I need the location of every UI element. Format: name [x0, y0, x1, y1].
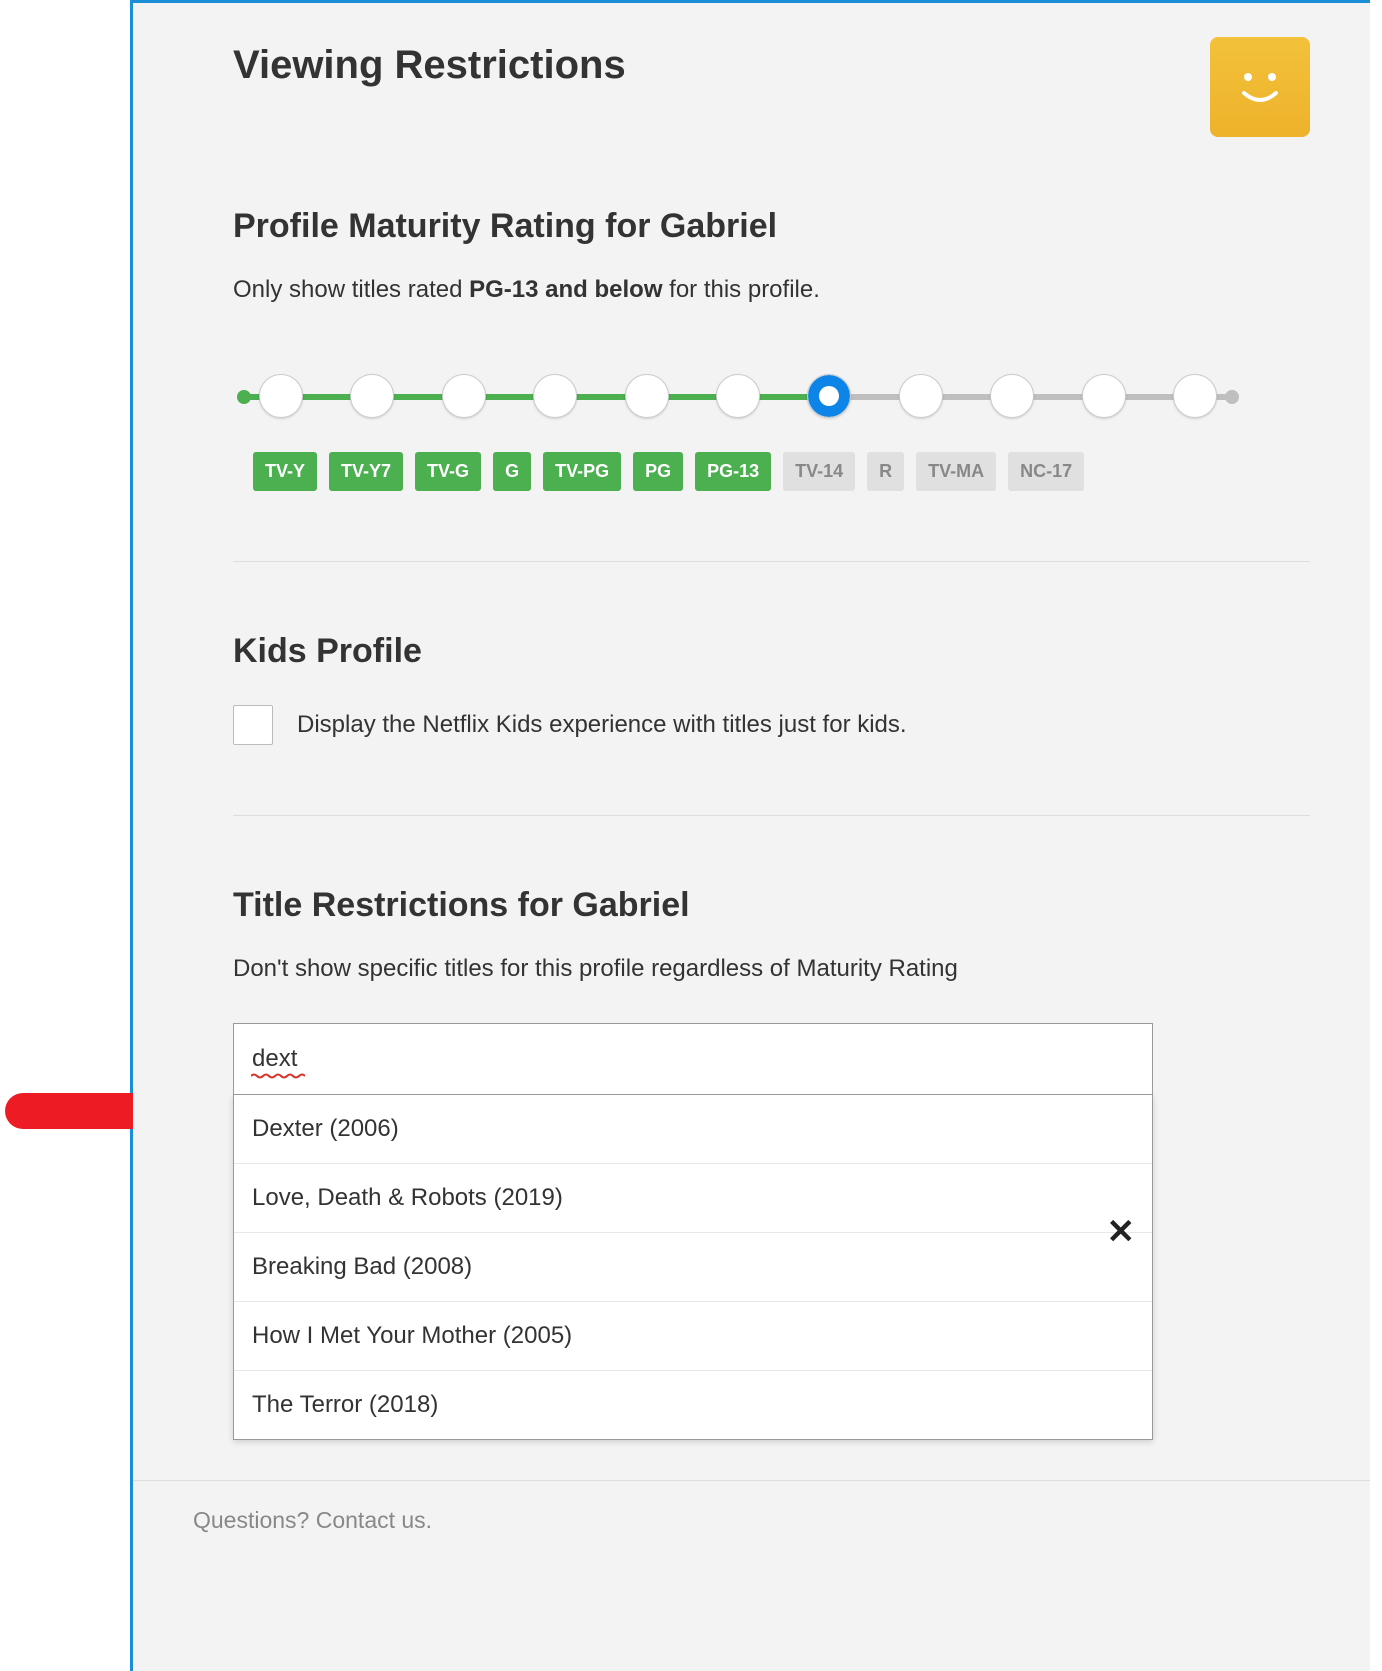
maturity-knob-1[interactable]	[350, 374, 394, 418]
rating-chip-g[interactable]: G	[493, 452, 531, 491]
page-title: Viewing Restrictions	[233, 43, 626, 88]
suggestion-item[interactable]: The Terror (2018)	[234, 1370, 1152, 1439]
settings-panel: Viewing Restrictions Profile Maturity Ra…	[130, 0, 1370, 1671]
rating-chip-r[interactable]: R	[867, 452, 904, 491]
title-restrictions-subtext: Don't show specific titles for this prof…	[233, 955, 1310, 983]
kids-heading: Kids Profile	[233, 632, 1310, 671]
kids-checkbox-label: Display the Netflix Kids experience with…	[297, 711, 907, 739]
rating-chips-row: TV-Y TV-Y7 TV-G G TV-PG PG PG-13 TV-14 R TV-MA NC-…	[253, 452, 1310, 491]
title-search-wrapper: ✕ Dexter (2006)Love, Death & Robots (201…	[233, 1023, 1153, 1440]
rating-chip-nc-17[interactable]: NC-17	[1008, 452, 1084, 491]
section-divider	[233, 815, 1310, 816]
maturity-knob-7[interactable]	[899, 374, 943, 418]
maturity-slider[interactable]	[233, 374, 1243, 418]
footer-divider	[133, 1480, 1370, 1481]
smile-icon	[1230, 57, 1290, 117]
title-restrictions-heading: Title Restrictions for Gabriel	[233, 886, 1310, 925]
maturity-subtext: Only show titles rated PG-13 and below f…	[233, 276, 1310, 304]
maturity-heading: Profile Maturity Rating for Gabriel	[233, 207, 1310, 246]
suggestion-item[interactable]: How I Met Your Mother (2005)	[234, 1301, 1152, 1370]
maturity-knob-3[interactable]	[533, 374, 577, 418]
kids-checkbox[interactable]	[233, 705, 273, 745]
rating-chip-pg-13[interactable]: PG-13	[695, 452, 771, 491]
maturity-knob-5[interactable]	[716, 374, 760, 418]
maturity-knob-8[interactable]	[990, 374, 1034, 418]
rating-chip-tv-y7[interactable]: TV-Y7	[329, 452, 403, 491]
rating-chip-tv-y[interactable]: TV-Y	[253, 452, 317, 491]
suggestion-item[interactable]: Love, Death & Robots (2019)	[234, 1163, 1152, 1232]
profile-avatar	[1210, 37, 1310, 137]
maturity-knob-6[interactable]	[807, 374, 851, 418]
contact-link[interactable]: Questions? Contact us.	[193, 1507, 1370, 1534]
slider-end-dot-left	[237, 390, 251, 404]
slider-end-dot-right	[1225, 390, 1239, 404]
rating-chip-tv-ma[interactable]: TV-MA	[916, 452, 996, 491]
maturity-knob-10[interactable]	[1173, 374, 1217, 418]
clear-search-icon[interactable]: ✕	[1107, 1215, 1136, 1249]
rating-chip-tv-g[interactable]: TV-G	[415, 452, 481, 491]
rating-chip-tv-pg[interactable]: TV-PG	[543, 452, 621, 491]
maturity-knob-9[interactable]	[1082, 374, 1126, 418]
rating-chip-pg[interactable]: PG	[633, 452, 683, 491]
maturity-knob-2[interactable]	[442, 374, 486, 418]
rating-chip-tv-14[interactable]: TV-14	[783, 452, 855, 491]
title-suggestions-dropdown: Dexter (2006)Love, Death & Robots (2019)…	[233, 1095, 1153, 1440]
section-divider	[233, 561, 1310, 562]
title-search-input[interactable]	[233, 1023, 1153, 1095]
maturity-knob-0[interactable]	[259, 374, 303, 418]
suggestion-item[interactable]: Breaking Bad (2008)	[234, 1232, 1152, 1301]
maturity-knob-4[interactable]	[625, 374, 669, 418]
suggestion-item[interactable]: Dexter (2006)	[234, 1095, 1152, 1163]
